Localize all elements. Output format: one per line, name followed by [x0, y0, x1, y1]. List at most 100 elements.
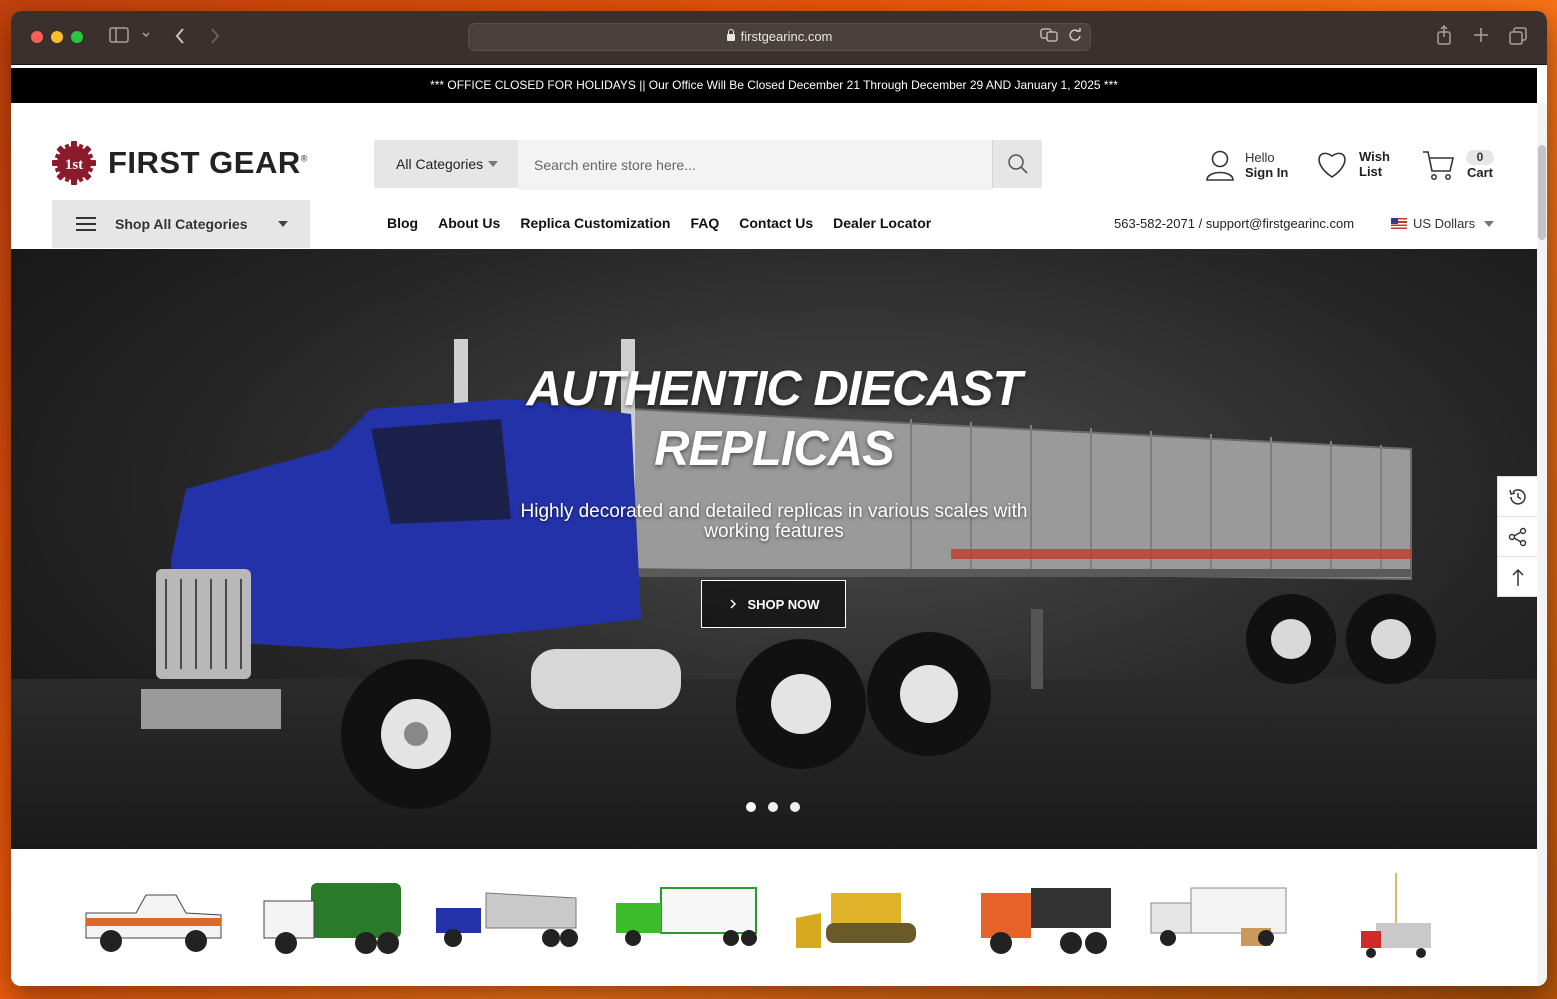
hero-subtitle-line2: working features — [704, 521, 844, 542]
category-tile-dump-trailer[interactable] — [431, 873, 581, 963]
nav-link-blog[interactable]: Blog — [387, 215, 418, 231]
category-tile-semi-trailer[interactable] — [611, 873, 761, 963]
category-tile-refuse-truck[interactable] — [256, 873, 406, 963]
cart-link[interactable]: 0 Cart — [1422, 149, 1494, 181]
category-tile-pickup[interactable] — [76, 873, 226, 963]
category-tile-dump-truck[interactable] — [971, 873, 1121, 963]
sign-in-link[interactable]: Hello Sign In — [1205, 149, 1288, 181]
site-logo[interactable]: 1st FIRST GEAR® — [51, 140, 308, 186]
logo-mark-text: 1st — [65, 157, 83, 173]
category-tile-box-truck[interactable] — [1146, 873, 1296, 963]
back-icon[interactable] — [174, 27, 186, 49]
forward-icon[interactable] — [209, 27, 221, 49]
category-tile-ornament[interactable] — [1321, 873, 1471, 963]
hero-title: AUTHENTIC DIECAST REPLICAS — [474, 359, 1074, 479]
chevron-right-icon — [729, 599, 736, 609]
share-icon[interactable] — [1436, 24, 1452, 49]
currency-selector[interactable]: US Dollars — [1391, 216, 1495, 231]
truck-illustration — [141, 339, 1436, 809]
search-category-label: All Categories — [396, 156, 484, 172]
address-bar[interactable]: firstgearinc.com — [468, 23, 1091, 51]
currency-label: US Dollars — [1413, 216, 1476, 231]
side-tools — [1497, 476, 1539, 597]
shop-all-categories-button[interactable]: Shop All Categories — [52, 200, 310, 248]
recently-viewed-button[interactable] — [1498, 477, 1538, 517]
cart-label: Cart — [1466, 165, 1493, 180]
search-bar: All Categories — [374, 140, 1042, 190]
slider-dot-2[interactable] — [768, 802, 778, 812]
search-icon — [1007, 154, 1028, 174]
main-nav: Blog About Us Replica Customization FAQ … — [387, 215, 931, 231]
shop-all-categories-label: Shop All Categories — [115, 216, 248, 232]
logo-text: FIRST GEAR — [108, 145, 301, 180]
wish-list-line2: List — [1359, 164, 1383, 179]
semi-trailer-image — [616, 887, 757, 946]
slider-dot-3[interactable] — [790, 802, 800, 812]
share-button[interactable] — [1498, 517, 1538, 557]
web-page: *** OFFICE CLOSED FOR HOLIDAYS || Our Of… — [11, 65, 1547, 986]
shop-now-label: SHOP NOW — [747, 596, 820, 612]
hero-subtitle-line1: Highly decorated and detailed replicas i… — [520, 501, 1028, 522]
hero-title-line1: AUTHENTIC DIECAST — [526, 362, 1023, 416]
category-tile-dozer[interactable] — [791, 873, 941, 963]
close-window-button[interactable] — [31, 31, 43, 43]
back-to-top-icon — [1512, 568, 1524, 586]
shop-now-button[interactable]: SHOP NOW — [701, 580, 846, 628]
caret-down-icon — [1484, 220, 1495, 227]
search-category-dropdown[interactable]: All Categories — [374, 140, 518, 188]
dump-truck-image — [981, 888, 1111, 954]
browser-toolbar: firstgearinc.com — [11, 11, 1547, 65]
nav-link-replica-customization[interactable]: Replica Customization — [520, 215, 670, 231]
wish-list-link[interactable]: Wish List — [1315, 149, 1390, 179]
registered-mark: ® — [300, 153, 308, 164]
sidebar-toggle-icon[interactable] — [109, 27, 129, 47]
history-icon — [1509, 488, 1526, 505]
lock-icon — [726, 29, 735, 41]
page-scrollbar[interactable] — [1537, 103, 1547, 986]
contact-info[interactable]: 563-582-2071 / support@firstgearinc.com — [1114, 216, 1354, 231]
new-tab-icon[interactable] — [1473, 27, 1489, 47]
pickup-truck-image — [85, 894, 222, 952]
refuse-truck-image — [263, 883, 401, 954]
wish-list-line1: Wish — [1359, 149, 1390, 164]
cart-icon — [1423, 151, 1455, 180]
user-icon — [1206, 150, 1234, 181]
hero-subtitle: Highly decorated and detailed replicas i… — [474, 502, 1074, 542]
hamburger-menu-icon — [76, 217, 96, 231]
nav-link-contact-us[interactable]: Contact Us — [739, 215, 813, 231]
cart-count-badge: 0 — [1466, 150, 1494, 165]
reload-icon[interactable] — [1068, 28, 1082, 45]
dump-trailer-image — [436, 892, 578, 947]
ornament-truck-image — [1361, 873, 1431, 958]
translate-icon[interactable] — [1040, 28, 1058, 45]
hero-slider: AUTHENTIC DIECAST REPLICAS Highly decora… — [11, 249, 1537, 849]
minimize-window-button[interactable] — [51, 31, 63, 43]
bulldozer-image — [796, 893, 916, 948]
nav-link-faq[interactable]: FAQ — [690, 215, 719, 231]
account-greeting: Hello — [1245, 150, 1275, 165]
heart-icon — [1318, 152, 1346, 178]
zoom-window-button[interactable] — [71, 31, 83, 43]
chevron-down-icon[interactable] — [141, 28, 151, 49]
caret-down-icon — [277, 221, 288, 227]
browser-window: firstgearinc.com *** OFFICE CLOSED FOR H… — [11, 11, 1547, 986]
caret-down-icon — [488, 161, 499, 167]
first-gear-logo-icon: 1st — [51, 140, 97, 186]
nav-link-about-us[interactable]: About Us — [438, 215, 500, 231]
search-input[interactable] — [518, 140, 992, 190]
us-flag-icon — [1391, 218, 1407, 229]
announcement-bar: *** OFFICE CLOSED FOR HOLIDAYS || Our Of… — [11, 68, 1537, 103]
hero-title-line2: REPLICAS — [654, 422, 895, 476]
back-to-top-button[interactable] — [1498, 557, 1538, 596]
nav-link-dealer-locator[interactable]: Dealer Locator — [833, 215, 931, 231]
share-icon — [1508, 527, 1527, 546]
url-text: firstgearinc.com — [740, 29, 833, 44]
category-strip — [66, 865, 1466, 986]
tab-overview-icon[interactable] — [1509, 27, 1527, 49]
slider-dot-1[interactable] — [746, 802, 756, 812]
search-button[interactable] — [992, 140, 1042, 188]
box-truck-image — [1150, 887, 1287, 946]
scrollbar-thumb[interactable] — [1538, 145, 1546, 240]
slider-dots — [746, 802, 800, 812]
account-sign-in-label: Sign In — [1245, 165, 1289, 180]
